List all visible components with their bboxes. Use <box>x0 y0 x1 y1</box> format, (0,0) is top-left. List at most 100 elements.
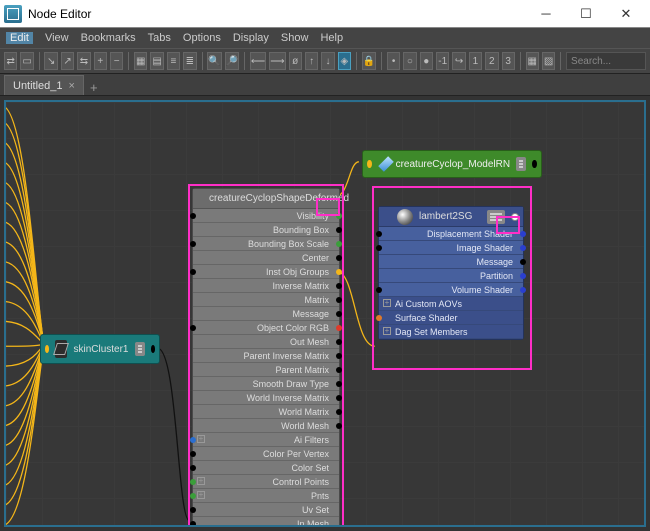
tool-snap-icon[interactable]: ▨ <box>542 52 555 70</box>
attr-label: Uv Set <box>302 505 329 515</box>
attr-dag-set-members[interactable]: +Dag Set Members <box>379 325 523 339</box>
tool-input-output-icon[interactable]: ⇄ <box>4 52 17 70</box>
tool-graph-both-icon[interactable]: ⇆ <box>77 52 90 70</box>
attr-label: Object Color RGB <box>257 323 329 333</box>
menu-edit[interactable]: Edit <box>6 32 33 44</box>
window-title: Node Editor <box>28 7 526 21</box>
attr-parent-matrix[interactable]: Parent Matrix <box>193 363 339 377</box>
attr-ai-custom-aovs[interactable]: +Ai Custom AOVs <box>379 297 523 311</box>
attr-in-mesh[interactable]: In Mesh <box>193 517 339 527</box>
tool-remove-icon[interactable]: − <box>110 52 123 70</box>
menu-options[interactable]: Options <box>183 32 221 44</box>
attr-color-set[interactable]: Color Set <box>193 461 339 475</box>
node-menu-icon[interactable] <box>135 342 145 356</box>
tool-graph-out-icon[interactable]: ↗ <box>61 52 74 70</box>
attr-inst-obj-groups[interactable]: Inst Obj Groups <box>193 265 339 279</box>
minimize-button[interactable]: ─ <box>526 2 566 26</box>
tool-list-icon[interactable]: ≡ <box>167 52 180 70</box>
tool-neg1-button[interactable]: -1 <box>436 52 449 70</box>
tool-zoom-out-icon[interactable]: 🔎 <box>225 52 239 70</box>
menu-view[interactable]: View <box>45 32 69 44</box>
attr-label: Bounding Box Scale <box>248 239 329 249</box>
attr-bounding-box-scale[interactable]: Bounding Box Scale <box>193 237 339 251</box>
port-out-icon <box>532 160 537 168</box>
attribute-list: Displacement ShaderImage ShaderMessagePa… <box>379 227 523 339</box>
app-icon <box>4 5 22 23</box>
attr-label: Color Per Vertex <box>263 449 329 459</box>
tab-untitled[interactable]: Untitled_1 × <box>4 75 84 95</box>
tab-close-icon[interactable]: × <box>69 80 75 92</box>
attr-partition[interactable]: Partition <box>379 269 523 283</box>
tool-filled-icon[interactable]: ● <box>420 52 433 70</box>
tool-dot-icon[interactable]: • <box>387 52 400 70</box>
menu-show[interactable]: Show <box>281 32 309 44</box>
attr-label: Inverse Matrix <box>272 281 329 291</box>
menu-help[interactable]: Help <box>320 32 343 44</box>
attr-world-inverse-matrix[interactable]: World Inverse Matrix <box>193 391 339 405</box>
menu-display[interactable]: Display <box>233 32 269 44</box>
tab-add-button[interactable]: + <box>90 80 98 95</box>
tool-graph-in-icon[interactable]: ↘ <box>44 52 57 70</box>
tool-down-icon[interactable]: ↓ <box>321 52 334 70</box>
attr-message[interactable]: Message <box>379 255 523 269</box>
attr-image-shader[interactable]: Image Shader <box>379 241 523 255</box>
attr-label: Parent Matrix <box>275 365 329 375</box>
node-menu-icon[interactable] <box>487 210 505 224</box>
attr-world-matrix[interactable]: World Matrix <box>193 405 339 419</box>
tool-zoom-in-icon[interactable]: 🔍 <box>207 52 221 70</box>
attr-bounding-box[interactable]: Bounding Box <box>193 223 339 237</box>
tool-layout-icon[interactable]: ▭ <box>20 52 33 70</box>
attr-world-mesh[interactable]: World Mesh <box>193 419 339 433</box>
tool-add-icon[interactable]: + <box>94 52 107 70</box>
node-canvas[interactable]: skinCluster1 creatureCyclop_ModelRN crea… <box>4 100 646 527</box>
tool-3-button[interactable]: 3 <box>502 52 515 70</box>
tool-rows-icon[interactable]: ≣ <box>183 52 196 70</box>
tool-circle-icon[interactable]: ○ <box>403 52 416 70</box>
attr-pnts[interactable]: +Pnts <box>193 489 339 503</box>
tool-sync-icon[interactable]: ◈ <box>338 52 351 70</box>
node-modelrn[interactable]: creatureCyclop_ModelRN <box>362 150 542 178</box>
node-lambert2sg[interactable]: lambert2SG Displacement ShaderImage Shad… <box>378 206 524 340</box>
tool-pin-icon[interactable]: ⟶ <box>269 52 285 70</box>
menubar: Edit View Bookmarks Tabs Options Display… <box>0 28 650 48</box>
attr-smooth-draw-type[interactable]: Smooth Draw Type <box>193 377 339 391</box>
tool-lock-icon[interactable]: 🔒 <box>362 52 376 70</box>
attr-visibility[interactable]: Visibility <box>193 209 339 223</box>
menu-bookmarks[interactable]: Bookmarks <box>81 32 136 44</box>
node-shape-deformed[interactable]: creatureCyclopShapeDeformed VisibilityBo… <box>192 188 340 527</box>
tool-frame-sel-icon[interactable]: ▤ <box>150 52 163 70</box>
node-title: creatureCyclopShapeDeformed <box>209 193 349 204</box>
tool-frame-all-icon[interactable]: ▦ <box>134 52 147 70</box>
tab-label: Untitled_1 <box>13 80 63 92</box>
attr-center[interactable]: Center <box>193 251 339 265</box>
node-skincluster[interactable]: skinCluster1 <box>40 334 160 364</box>
search-input[interactable]: Search... <box>566 52 646 70</box>
attr-color-per-vertex[interactable]: Color Per Vertex <box>193 447 339 461</box>
attr-out-mesh[interactable]: Out Mesh <box>193 335 339 349</box>
attr-ai-filters[interactable]: +Ai Filters <box>193 433 339 447</box>
attr-uv-set[interactable]: Uv Set <box>193 503 339 517</box>
tool-1-button[interactable]: 1 <box>469 52 482 70</box>
node-menu-icon[interactable] <box>516 157 526 171</box>
attr-matrix[interactable]: Matrix <box>193 293 339 307</box>
attr-label: Message <box>292 309 329 319</box>
attr-displacement-shader[interactable]: Displacement Shader <box>379 227 523 241</box>
attr-surface-shader[interactable]: Surface Shader <box>379 311 523 325</box>
attr-label: World Mesh <box>281 421 329 431</box>
tool-arrow-icon[interactable]: ↪ <box>452 52 465 70</box>
tool-up-icon[interactable]: ↑ <box>305 52 318 70</box>
attr-message[interactable]: Message <box>193 307 339 321</box>
tool-unpin-icon[interactable]: ⟵ <box>250 52 266 70</box>
tool-hide-icon[interactable]: ø <box>289 52 302 70</box>
attr-volume-shader[interactable]: Volume Shader <box>379 283 523 297</box>
attr-control-points[interactable]: +Control Points <box>193 475 339 489</box>
tool-grid-icon[interactable]: ▦ <box>526 52 539 70</box>
maximize-button[interactable]: ☐ <box>566 2 606 26</box>
close-button[interactable]: ✕ <box>606 2 646 26</box>
port-in-icon <box>45 345 49 353</box>
tool-2-button[interactable]: 2 <box>485 52 498 70</box>
attr-object-color-rgb[interactable]: Object Color RGB <box>193 321 339 335</box>
menu-tabs[interactable]: Tabs <box>148 32 171 44</box>
attr-inverse-matrix[interactable]: Inverse Matrix <box>193 279 339 293</box>
attr-parent-inverse-matrix[interactable]: Parent Inverse Matrix <box>193 349 339 363</box>
